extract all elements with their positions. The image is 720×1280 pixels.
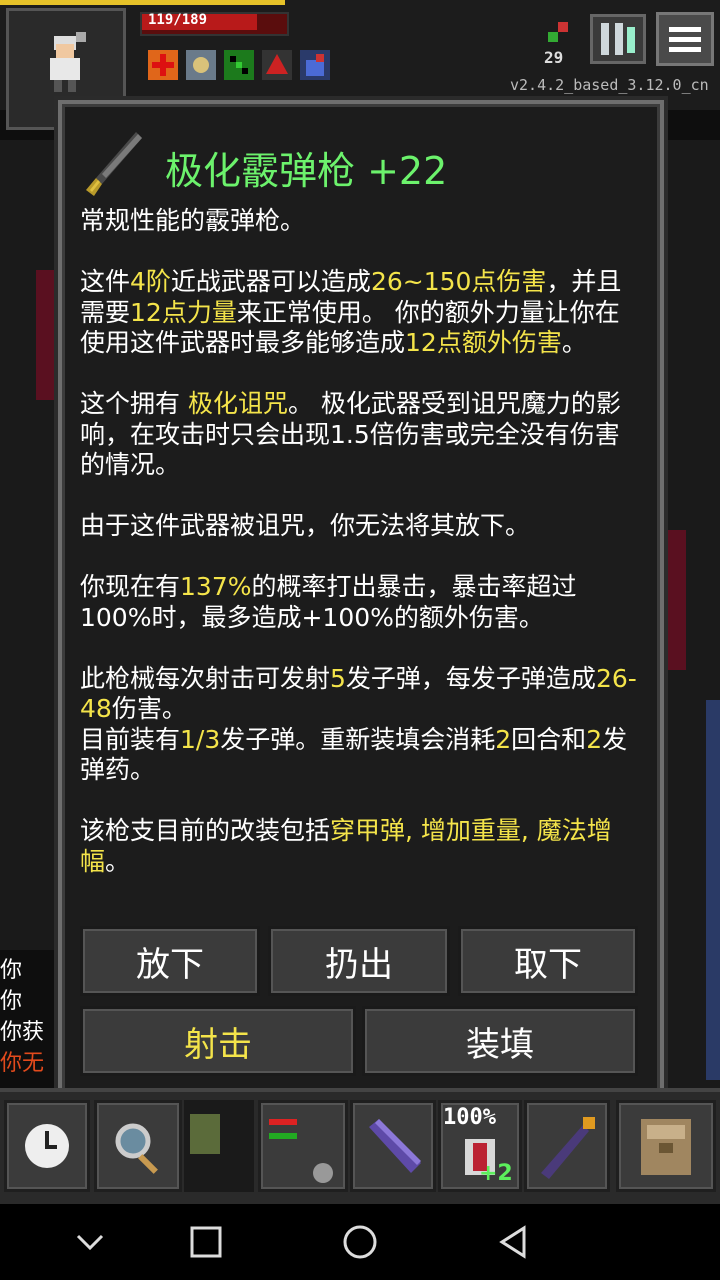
shotgun-icon (86, 132, 142, 196)
search-button[interactable] (94, 1100, 182, 1192)
description-text: 。 (561, 328, 587, 357)
highlighted-text: 极化诅咒 (187, 389, 288, 418)
highlighted-text: 1/3 (180, 724, 221, 754)
description-text: 常规性能的霰弹枪。 (80, 206, 306, 235)
description-text: 目前装有 (80, 724, 181, 754)
description-text: 。 (105, 846, 131, 876)
description-paragraph: 由于这件武器被诅咒，你无法将其放下。 (80, 511, 640, 542)
xp-bar (0, 0, 285, 5)
quickslot-2[interactable]: 100% +2 (438, 1100, 522, 1192)
recents-icon[interactable] (182, 1218, 230, 1266)
item-title: 极化霰弹枪 +22 (165, 149, 448, 193)
description-text: 近战武器可以造成 (170, 267, 371, 296)
background-wall-right (666, 530, 686, 670)
version-label: v2.4.2_based_3.12.0_cn (510, 76, 709, 94)
drop-button[interactable]: 放下 (80, 926, 260, 996)
green-buff-icon (224, 50, 254, 80)
description-text: 这件 (80, 267, 131, 296)
description-paragraph: 你现在有137%的概率打出暴击，暴击率超过100%时，最多造成+100%的额外伤… (80, 572, 640, 633)
highlighted-text: 26~150点伤害 (370, 267, 547, 296)
game-log: 你 你 你获 你无 (0, 955, 44, 1079)
description-paragraph: 这件4阶近战武器可以造成26~150点伤害，并且需要12点力量来正常使用。 你的… (80, 267, 640, 359)
journal-icon (601, 23, 635, 55)
home-icon[interactable] (336, 1218, 384, 1266)
description-paragraph: 常规性能的霰弹枪。 (80, 206, 640, 237)
quickslot-swap-button[interactable] (258, 1100, 348, 1192)
dungeon-background-left (0, 140, 58, 950)
hamburger-icon (669, 27, 701, 52)
log-line: 你获 (0, 1020, 45, 1045)
red-cross-icon (148, 50, 178, 80)
reload-button[interactable]: 装填 (362, 1006, 638, 1076)
red-buff-icon (262, 50, 292, 80)
throw-button[interactable]: 扔出 (268, 926, 450, 996)
description-paragraph: 此枪械每次射击可发射5发子弹，每发子弹造成26-48伤害。 目前装有1/3发子弹。… (80, 664, 640, 786)
description-text: 伤害。 (111, 694, 187, 723)
purple-wand-icon (369, 1119, 421, 1173)
log-line: 你 (0, 989, 23, 1014)
highlighted-text: 5 (330, 663, 346, 693)
description-text: 这个拥有 (80, 389, 188, 418)
highlighted-text: 2 (495, 724, 512, 754)
blue-buff-icon (300, 50, 330, 80)
description-text: 回合和 (511, 724, 587, 754)
description-text: 该枪支目前的改装包括 (80, 816, 331, 845)
journal-button[interactable] (590, 14, 646, 64)
staff-icon (541, 1117, 595, 1179)
hp-text: 119/189 (148, 12, 208, 28)
hero-avatar-icon (50, 32, 86, 92)
description-text: 由于这件武器被诅咒，你无法将其放下。 (80, 511, 531, 540)
chevron-down-icon[interactable] (66, 1218, 114, 1266)
description-paragraph: 该枪支目前的改装包括穿甲弹, 增加重量, 魔法增幅。 (80, 816, 640, 877)
depth-icon (544, 18, 574, 48)
description-text: 此枪械每次射击可发射 (80, 663, 331, 693)
wait-button[interactable] (4, 1100, 90, 1192)
item-description: 常规性能的霰弹枪。这件4阶近战武器可以造成26~150点伤害，并且需要12点力量… (80, 206, 640, 908)
gear-buff-icon (186, 50, 216, 80)
unequip-button[interactable]: 取下 (458, 926, 638, 996)
description-text: 发子弹，每发子弹造成 (345, 663, 596, 693)
shoot-button[interactable]: 射击 (80, 1006, 356, 1076)
description-paragraph: 这个拥有 极化诅咒。 极化武器受到诅咒魔力的影响，在攻击时只会出现1.5倍伤害或… (80, 389, 640, 481)
background-water (706, 700, 720, 1080)
log-line: 你无 (0, 1051, 45, 1076)
highlighted-text: 2 (586, 724, 603, 754)
quickslot-3[interactable] (524, 1100, 610, 1192)
magnifier-icon (115, 1123, 158, 1174)
highlighted-text: 4阶 (130, 267, 171, 296)
quickslot-1[interactable] (350, 1100, 436, 1192)
log-line: 你 (0, 958, 23, 983)
highlighted-text: 12点力量 (130, 297, 237, 327)
description-text: 你现在有 (80, 572, 181, 601)
menu-button[interactable] (656, 12, 714, 66)
highlighted-text: 137% (180, 572, 252, 601)
back-icon[interactable] (490, 1218, 538, 1266)
backpack-button[interactable] (616, 1100, 716, 1192)
backpack-icon (641, 1119, 691, 1175)
quickslot-percent: 100% (443, 1105, 496, 1130)
minimap-preview (184, 1100, 254, 1192)
clock-icon (25, 1124, 69, 1168)
description-text: 发子弹。重新装填会消耗 (220, 724, 496, 754)
depth-counter: 29 (544, 48, 564, 67)
highlighted-text: 12点额外伤害 (405, 328, 562, 357)
swap-icon (269, 1119, 333, 1183)
quickslot-bonus: +2 (479, 1161, 513, 1186)
background-wall-left (36, 270, 56, 400)
